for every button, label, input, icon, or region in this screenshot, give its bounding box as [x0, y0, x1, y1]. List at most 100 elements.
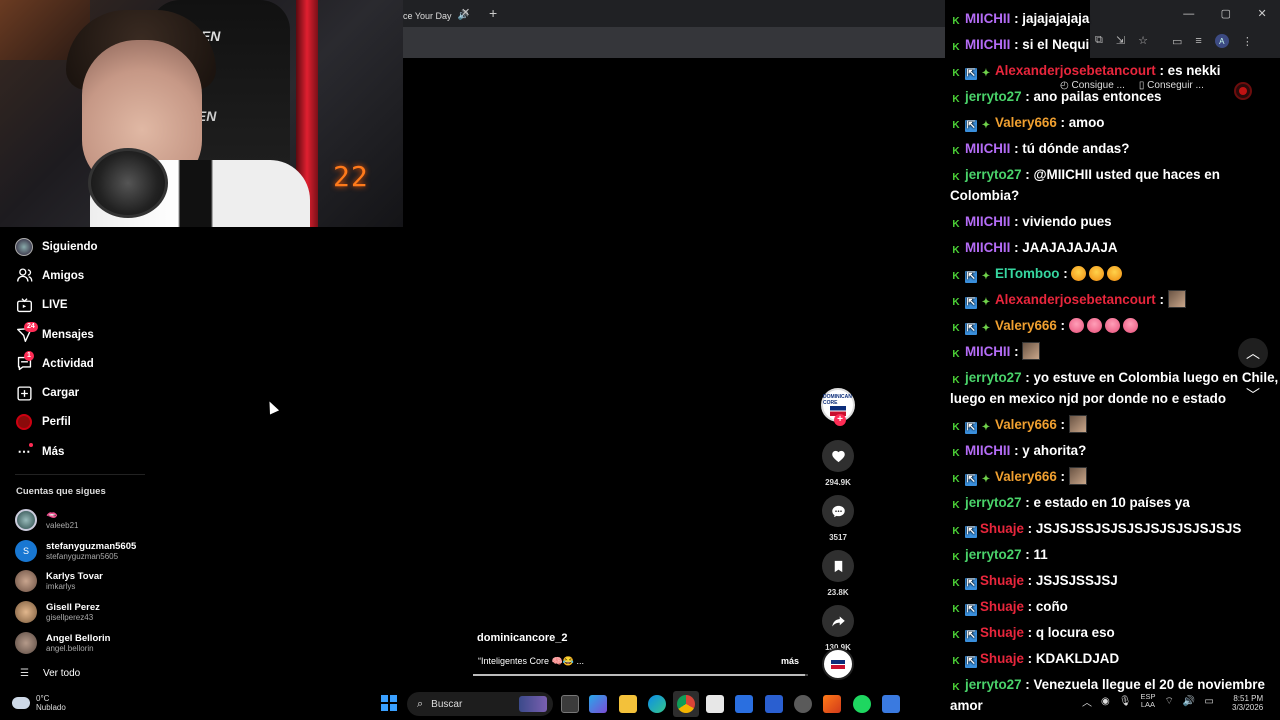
new-tab-button[interactable]: + [489, 5, 497, 21]
task-view-icon[interactable] [561, 695, 579, 713]
chat-username[interactable]: Valery666 [995, 115, 1057, 130]
taskbar-search[interactable]: ⌕ Buscar [407, 692, 553, 716]
sidebar-item-live[interactable]: LIVE [0, 291, 200, 320]
music-disc-icon[interactable] [822, 648, 854, 680]
chat-username[interactable]: jerryto27 [965, 89, 1022, 104]
edge-icon[interactable] [648, 695, 666, 713]
chat-username[interactable]: MIICHII [965, 214, 1010, 229]
chevron-down-icon[interactable]: ﹀ [1238, 380, 1268, 410]
tray-chevron-icon[interactable]: ︿ [1082, 694, 1092, 709]
chat-username[interactable]: Valery666 [995, 318, 1057, 333]
chat-username[interactable]: ElTomboo [995, 266, 1059, 281]
chat-username[interactable]: MIICHII [965, 240, 1010, 255]
chat-username[interactable]: MIICHII [965, 141, 1010, 156]
see-all-link[interactable]: ☰ Ver todo [20, 668, 80, 679]
language-indicator[interactable]: ESP LAA [1140, 693, 1155, 709]
brave-icon[interactable] [823, 695, 841, 713]
creator-avatar[interactable]: DOMINICAN CORE + [821, 388, 855, 426]
chat-username[interactable]: Shuaje [980, 599, 1024, 614]
video-progress-bar[interactable] [473, 674, 808, 676]
chat-username[interactable]: MIICHII [965, 344, 1010, 359]
like-count: 294.9K [825, 478, 851, 487]
tab-close-icon[interactable]: ✕ [461, 6, 470, 19]
chat-separator: : [1023, 521, 1036, 536]
copilot-icon[interactable] [589, 695, 607, 713]
star-badge-icon: ✦ [981, 422, 991, 433]
chat-username[interactable]: jerryto27 [965, 547, 1022, 562]
chat-username[interactable]: MIICHII [965, 11, 1010, 26]
chat-separator: : [1021, 89, 1034, 104]
tray-app-icon[interactable]: ◉ [1101, 696, 1110, 707]
chat-message: K MIICHII : y ahorita? [950, 440, 1280, 461]
chat-username[interactable]: jerryto27 [965, 370, 1022, 385]
sidebar-item-messages[interactable]: 24 Mensajes [0, 320, 200, 349]
sidebar-item-more[interactable]: ⋯ Más [0, 437, 200, 466]
see-all-label: Ver todo [42, 668, 81, 679]
chat-username[interactable]: Alexanderjosebetancourt [995, 63, 1156, 78]
chat-username[interactable]: Valery666 [995, 417, 1057, 432]
sidebar-item-friends[interactable]: Amigos [0, 261, 200, 290]
kick-badge-icon: K [952, 630, 960, 641]
chat-username[interactable]: Shuaje [980, 521, 1024, 536]
sidebar-item-following[interactable]: Siguiendo [0, 232, 200, 261]
chat-message: K ⇱ Shuaje : JSJSJSSJSJ [950, 570, 1280, 591]
chat-username[interactable]: Shuaje [980, 625, 1024, 640]
sidebar-item-upload[interactable]: Cargar [0, 378, 200, 407]
chat-username[interactable]: jerryto27 [965, 495, 1022, 510]
wifi-icon[interactable]: ⌔ [1164, 695, 1173, 708]
mail-icon[interactable] [765, 695, 783, 713]
chrome-icon[interactable] [677, 695, 695, 713]
app-icon[interactable] [735, 695, 753, 713]
taskbar-clock[interactable]: 8:51 PM 3/3/2026 [1232, 694, 1263, 712]
like-action[interactable]: 294.9K [818, 440, 858, 487]
sub-badge-icon: ⇱ [965, 578, 977, 590]
app-icon-2[interactable] [882, 695, 900, 713]
save-action[interactable]: 23.8K [818, 550, 858, 597]
video-author[interactable]: dominicancore_2 [477, 632, 567, 644]
store-icon[interactable] [706, 695, 724, 713]
chat-text: e estado en 10 países ya [1033, 495, 1190, 510]
chat-username[interactable]: Shuaje [980, 651, 1024, 666]
chat-username[interactable]: Valery666 [995, 469, 1057, 484]
account-name: 🫦 [46, 510, 58, 521]
following-account[interactable]: Karlys Tovar imkarlys [15, 570, 103, 592]
messages-icon: 24 [15, 321, 38, 344]
following-account[interactable]: S stefanyguzman5605 stefanyguzman5605 [15, 540, 136, 562]
caption-more-link[interactable]: más [781, 656, 799, 666]
weather-widget[interactable]: 0°C Nublado [12, 694, 66, 712]
chat-username[interactable]: jerryto27 [965, 167, 1022, 182]
battery-icon[interactable]: ▭ [1204, 696, 1213, 707]
chat-username[interactable]: MIICHII [965, 443, 1010, 458]
follow-plus-button[interactable]: + [834, 414, 846, 426]
sticker-emote-icon [1022, 342, 1041, 360]
sidebar-item-profile[interactable]: Perfil [0, 408, 200, 437]
chat-message: K MIICHII : tú dónde andas? [950, 138, 1280, 159]
heart-icon[interactable] [822, 440, 854, 472]
bookmark-icon[interactable] [822, 550, 854, 582]
comment-action[interactable]: 3517 [818, 495, 858, 542]
chat-username[interactable]: Shuaje [980, 573, 1024, 588]
mic-icon[interactable]: 🎙 [1119, 696, 1132, 707]
chat-username[interactable]: MIICHII [965, 37, 1010, 52]
chat-username[interactable]: Alexanderjosebetancourt [995, 292, 1156, 307]
file-explorer-icon[interactable] [619, 695, 637, 713]
windows-start-icon[interactable] [381, 695, 397, 711]
following-account[interactable]: 🫦 valeeb21 [15, 509, 78, 531]
volume-icon[interactable]: 🔊 [1183, 696, 1195, 707]
avatar [15, 601, 37, 623]
profile-icon [15, 413, 33, 431]
following-account[interactable]: Gisell Perez gisellperez43 [15, 601, 100, 623]
chevron-up-icon[interactable]: ︿ [1238, 338, 1268, 368]
creator-avatar-action[interactable]: DOMINICAN CORE + [818, 388, 858, 426]
sidebar-item-activity[interactable]: 1 Actividad [0, 349, 200, 378]
star-badge-icon: ✦ [981, 323, 991, 334]
settings-icon[interactable] [794, 695, 812, 713]
comment-icon[interactable] [822, 495, 854, 527]
share-action[interactable]: 130.9K [818, 605, 858, 652]
chat-message: K ⇱ ✦ Valery666 : amoo [950, 112, 1280, 133]
chat-username[interactable]: jerryto27 [965, 677, 1022, 692]
spotify-icon[interactable] [853, 695, 871, 713]
share-icon[interactable] [822, 605, 854, 637]
browser-tab[interactable]: ce Your Day 🔊 [403, 4, 483, 27]
following-account[interactable]: Angel Bellorin angel.bellorin [15, 632, 110, 654]
